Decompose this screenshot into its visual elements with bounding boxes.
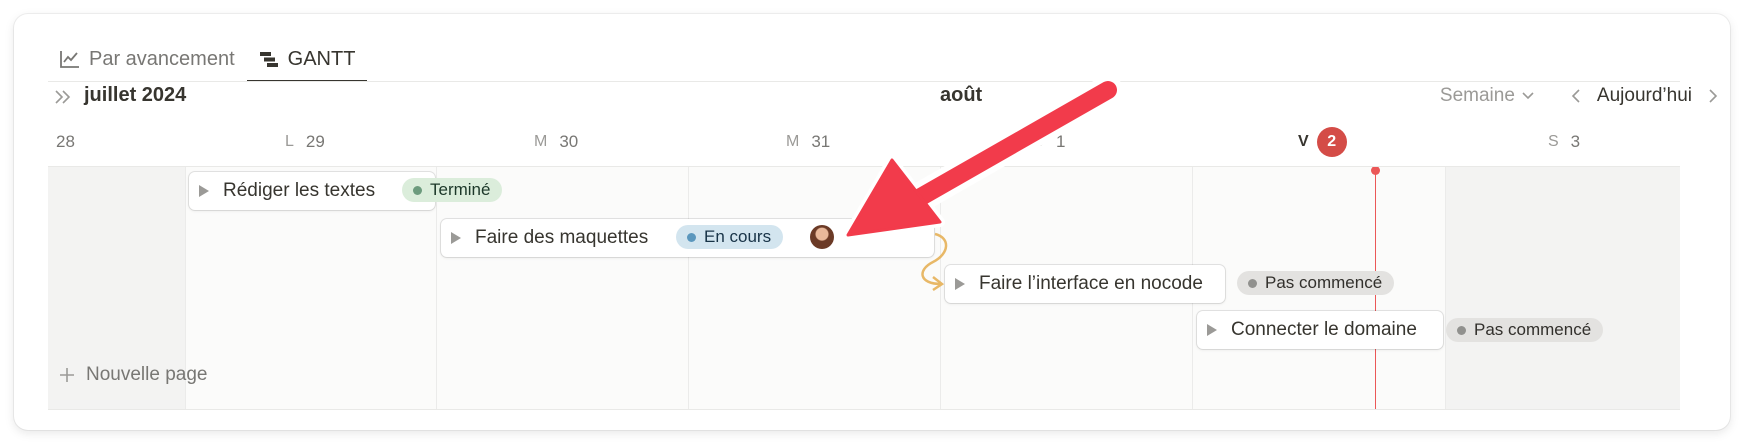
task-name: Faire des maquettes: [475, 227, 649, 248]
day-number: 28: [56, 132, 75, 151]
status-dot: [687, 232, 696, 242]
avatar[interactable]: [810, 225, 834, 249]
chevron-left-icon[interactable]: [1569, 87, 1583, 105]
tab-label: GANTT: [287, 47, 356, 70]
tab-par-avancement[interactable]: Par avancement: [48, 37, 247, 81]
today-button[interactable]: Aujourd’hui: [1597, 85, 1692, 107]
grid-line: [1445, 167, 1446, 409]
weekend-column: [1445, 167, 1680, 409]
day-number: 3: [1570, 132, 1581, 151]
status-label: Pas commencé: [1474, 320, 1592, 339]
plus-icon: [60, 368, 74, 382]
task-bar[interactable]: Faire l’interface en nocode: [945, 265, 1225, 303]
new-page-button[interactable]: Nouvelle page: [58, 364, 207, 386]
task-name: Connecter le domaine: [1231, 319, 1417, 340]
day-of-week: M: [534, 133, 548, 150]
task-bar[interactable]: Rédiger les textes: [189, 172, 435, 210]
status-badge: Pas commencé: [1237, 271, 1395, 295]
gantt-icon: [259, 52, 278, 67]
chevron-down-icon: [1522, 92, 1534, 100]
day-of-week: M: [786, 133, 800, 150]
day-of-week: V: [1298, 133, 1309, 150]
today-marker-dot: [1371, 167, 1380, 175]
day-header-today: V 2: [1298, 127, 1347, 157]
expand-triangle-icon[interactable]: [451, 232, 461, 244]
status-dot: [413, 185, 422, 195]
day-header: M 30: [534, 128, 578, 156]
annotation-arrow: [843, 75, 1123, 240]
day-number: 30: [559, 132, 579, 151]
status-label: En cours: [704, 227, 772, 246]
month-label-left: juillet 2024: [84, 83, 187, 106]
double-chevron-right-icon[interactable]: [52, 86, 74, 108]
status-label: Terminé: [430, 180, 491, 199]
expand-triangle-icon[interactable]: [199, 185, 209, 197]
view-select[interactable]: Semaine: [1440, 85, 1535, 107]
day-header: M 31: [786, 128, 830, 156]
grid-line: [436, 167, 437, 409]
day-number: 29: [305, 132, 325, 151]
status-dot: [1457, 325, 1466, 335]
timeline-controls: Semaine Aujourd’hui: [1440, 81, 1720, 111]
tab-gantt[interactable]: GANTT: [246, 37, 368, 82]
today-badge: 2: [1316, 127, 1347, 157]
task-name: Rédiger les textes: [223, 180, 376, 201]
task-bar[interactable]: Connecter le domaine: [1197, 311, 1443, 349]
view-select-label: Semaine: [1439, 85, 1515, 106]
line-chart-icon: [60, 51, 79, 68]
day-number: 31: [811, 132, 831, 151]
status-badge: En cours: [676, 225, 784, 249]
expand-triangle-icon[interactable]: [1207, 324, 1217, 336]
day-of-week: L: [285, 133, 294, 150]
status-label: Pas commencé: [1265, 273, 1383, 292]
task-name: Faire l’interface en nocode: [979, 273, 1203, 294]
day-header: S 3: [1548, 128, 1580, 156]
day-header: 28: [56, 128, 75, 156]
day-of-week: S: [1548, 133, 1559, 150]
status-badge: Terminé: [402, 178, 503, 202]
status-dot: [1248, 278, 1257, 288]
day-header: L 29: [285, 128, 325, 156]
grid-line: [688, 167, 689, 409]
status-badge: Pas commencé: [1446, 318, 1604, 342]
expand-triangle-icon[interactable]: [955, 278, 965, 290]
chevron-right-icon[interactable]: [1706, 87, 1720, 105]
view-tabs: Par avancement GANTT: [48, 37, 368, 82]
new-page-label: Nouvelle page: [86, 364, 208, 385]
tab-label: Par avancement: [89, 47, 235, 70]
